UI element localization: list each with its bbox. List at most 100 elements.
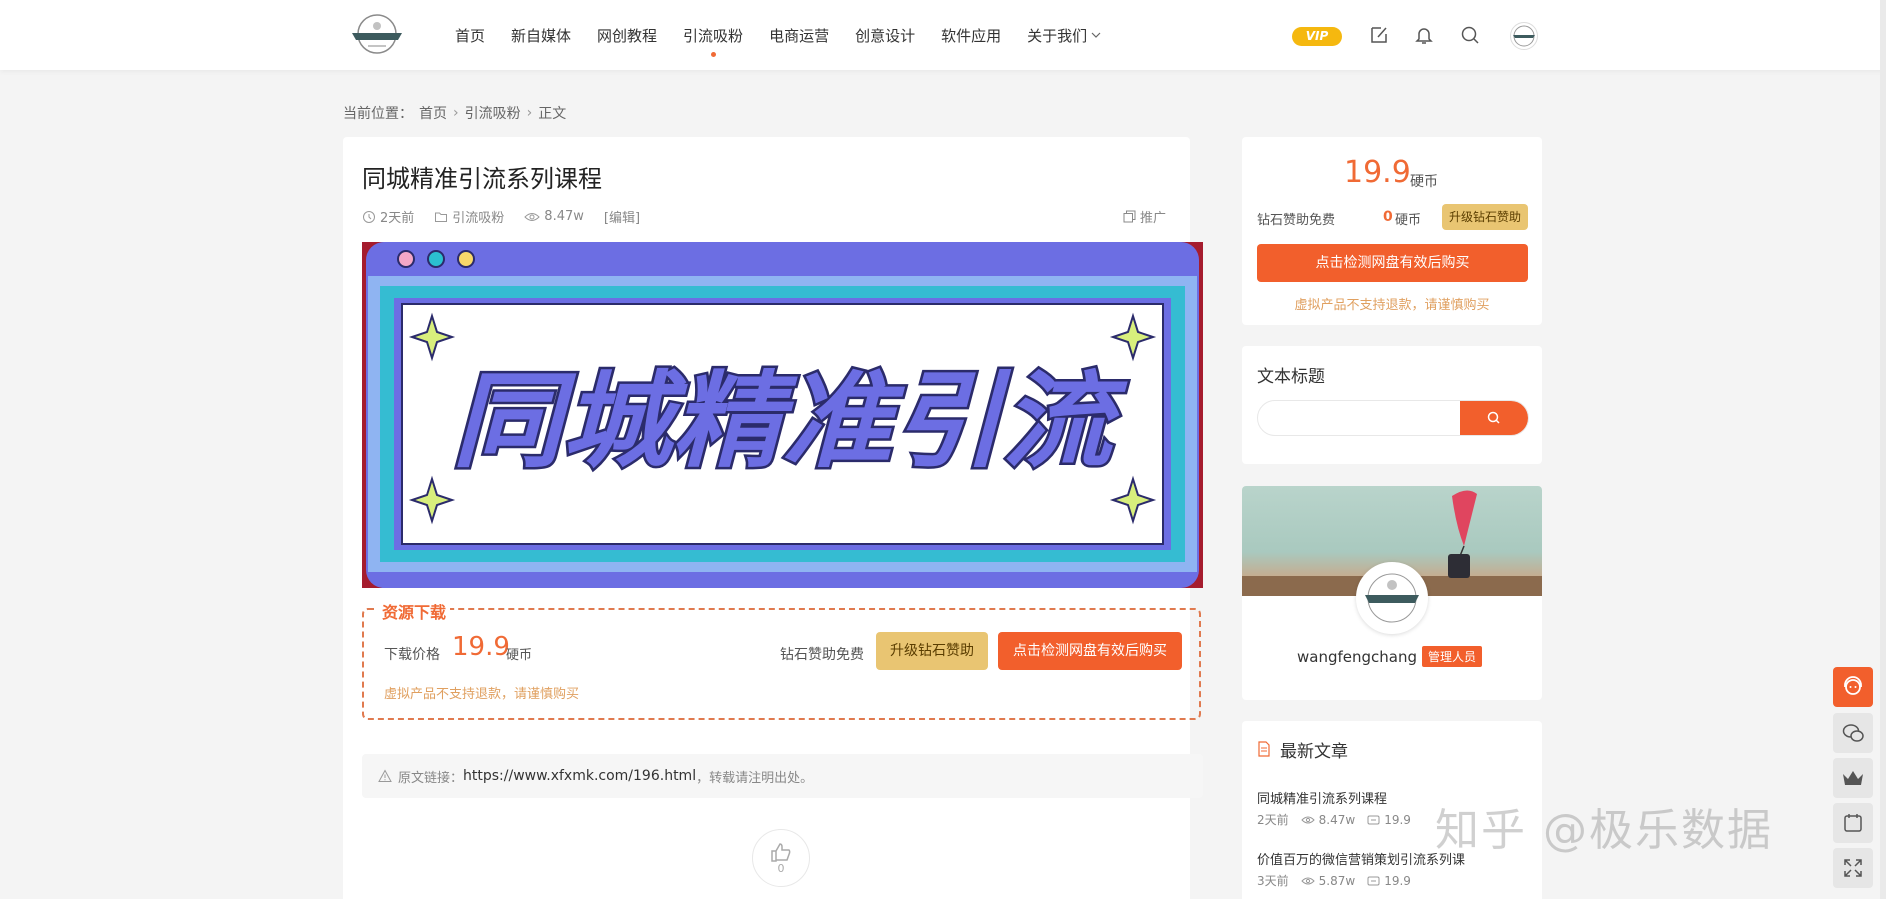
- article-title: 同城精准引流系列课程: [362, 165, 602, 193]
- latest-post-title[interactable]: 价值百万的微信营销策划引流系列课: [1257, 849, 1465, 868]
- eye-icon: [1300, 877, 1315, 884]
- breadcrumb-prefix: 当前位置：: [343, 106, 413, 122]
- wechat-icon: [1842, 724, 1864, 742]
- sidebar-zero: 0: [1383, 209, 1393, 225]
- scrollbar[interactable]: [1880, 0, 1886, 899]
- user-avatar[interactable]: [1510, 22, 1538, 50]
- search-submit-button[interactable]: [1460, 401, 1528, 435]
- calendar-button[interactable]: [1833, 803, 1873, 843]
- coin-icon: [1367, 876, 1380, 885]
- search-form: [1257, 400, 1529, 436]
- article-meta: 2天前 引流吸粉 8.47w [编辑]: [362, 207, 660, 226]
- copy-icon: [1123, 210, 1136, 223]
- post-views-text: 5.87w: [1318, 873, 1356, 888]
- nav-item-new-media[interactable]: 新自媒体: [511, 0, 571, 70]
- bell-icon[interactable]: [1413, 24, 1435, 46]
- vip-crown-button[interactable]: [1833, 758, 1873, 798]
- nav-item-software[interactable]: 软件应用: [941, 0, 1001, 70]
- nav-label: 软件应用: [941, 26, 1002, 45]
- origin-url[interactable]: https://www.xfxmk.com/196.html: [463, 768, 696, 784]
- sidebar-author-card: wangfengchang 管理人员: [1242, 486, 1542, 700]
- origin-suffix: ，转载请注明出处。: [696, 770, 814, 786]
- edit-link[interactable]: [编辑]: [604, 207, 640, 226]
- meta-views: 8.47w: [524, 209, 584, 224]
- download-box: 资源下载 下载价格 19.9 硬币 虚拟产品不支持退款，请谨慎购买 钻石赞助免费…: [362, 599, 1201, 720]
- customer-service-button[interactable]: [1833, 667, 1873, 707]
- chevron-right-icon: ›: [526, 105, 533, 121]
- latest-post-meta: 2天前 8.47w 19.9: [1257, 811, 1423, 828]
- post-price: 19.9: [1367, 874, 1411, 888]
- latest-post-meta: 3天前 5.87w 19.9: [1257, 872, 1423, 889]
- post-time: 2天前: [1257, 813, 1289, 827]
- download-price-label: 下载价格: [384, 647, 440, 663]
- download-price: 19.9: [452, 632, 510, 662]
- nav-item-design[interactable]: 创意设计: [855, 0, 915, 70]
- nav-item-ecommerce[interactable]: 电商运营: [769, 0, 829, 70]
- breadcrumb-home[interactable]: 首页: [419, 103, 447, 123]
- chevron-down-icon: [1091, 32, 1101, 38]
- nav-item-tutorials[interactable]: 网创教程: [597, 0, 657, 70]
- breadcrumb: 当前位置： 首页 › 引流吸粉 › 正文: [343, 103, 572, 123]
- sidebar-price-unit: 硬币: [1410, 174, 1438, 190]
- eye-icon: [1300, 816, 1315, 823]
- nav-item-traffic[interactable]: 引流吸粉: [683, 0, 743, 70]
- search-widget-title: 文本标题: [1257, 367, 1325, 387]
- coin-icon: [1367, 815, 1380, 824]
- post-time: 3天前: [1257, 874, 1289, 888]
- document-icon: [1258, 741, 1270, 757]
- meta-time-text: 2天前: [380, 211, 415, 226]
- edit-icon[interactable]: [1368, 24, 1390, 46]
- breadcrumb-category[interactable]: 引流吸粉: [465, 103, 521, 123]
- thumbs-up-icon: [771, 842, 791, 862]
- site-header: 首页 新自媒体 网创教程 引流吸粉 电商运营 创意设计 软件应用 关于我们 VI…: [0, 0, 1886, 70]
- active-indicator: [711, 52, 717, 57]
- article-card: 同城精准引流系列课程 2天前 引流吸粉 8.47w [编辑] 推广 同城精准引流…: [343, 137, 1203, 899]
- origin-link-bar: 原文链接： https://www.xfxmk.com/196.html ，转载…: [362, 754, 1203, 798]
- expand-icon: [1844, 859, 1862, 877]
- author-avatar[interactable]: [1356, 562, 1428, 634]
- nav-label: 关于我们: [1027, 26, 1088, 45]
- like-count: 0: [777, 861, 785, 875]
- support-icon: [1844, 676, 1862, 695]
- wechat-button[interactable]: [1833, 713, 1873, 753]
- search-input[interactable]: [1258, 401, 1460, 435]
- watermark: 知乎 @极乐数据: [1435, 805, 1773, 856]
- nav-label: 电商运营: [769, 26, 830, 45]
- nav-label: 首页: [455, 26, 486, 45]
- fullscreen-button[interactable]: [1833, 848, 1873, 888]
- promote-label: 推广: [1139, 211, 1166, 226]
- nav-label: 网创教程: [597, 26, 658, 45]
- crown-icon: [1843, 771, 1863, 785]
- sidebar-upgrade-button[interactable]: 升级钻石赞助: [1442, 204, 1528, 230]
- nav-label: 新自媒体: [511, 26, 572, 45]
- download-unit: 硬币: [506, 648, 533, 663]
- search-icon: [1487, 411, 1500, 424]
- buy-button[interactable]: 点击检测网盘有效后购买: [998, 632, 1182, 670]
- nav-item-home[interactable]: 首页: [455, 0, 485, 70]
- nav-item-about[interactable]: 关于我们: [1027, 0, 1101, 70]
- post-views-text: 8.47w: [1318, 812, 1356, 827]
- vip-badge[interactable]: VIP: [1292, 27, 1342, 46]
- main-nav: 首页 新自媒体 网创教程 引流吸粉 电商运营 创意设计 软件应用 关于我们: [455, 0, 1127, 70]
- warning-icon: [378, 769, 392, 782]
- post-price: 19.9: [1367, 813, 1411, 827]
- eye-icon: [524, 212, 541, 221]
- banner-title: 同城精准引流: [452, 360, 1128, 482]
- post-views: 5.87w: [1300, 873, 1356, 888]
- site-logo[interactable]: [348, 12, 406, 58]
- search-icon[interactable]: [1459, 24, 1481, 46]
- like-button[interactable]: 0: [752, 829, 810, 887]
- nav-label: 创意设计: [855, 26, 916, 45]
- sidebar-buy-card: 19.9 硬币 钻石赞助免费 0 硬币 升级钻石赞助 点击检测网盘有效后购买 虚…: [1242, 137, 1542, 325]
- nav-label: 引流吸粉: [683, 26, 744, 45]
- author-name[interactable]: wangfengchang: [1297, 648, 1417, 666]
- upgrade-diamond-button[interactable]: 升级钻石赞助: [876, 632, 988, 670]
- sidebar-buy-button[interactable]: 点击检测网盘有效后购买: [1257, 244, 1528, 282]
- diamond-free-label: 钻石赞助免费: [780, 647, 864, 663]
- edit-link-text: [编辑]: [603, 211, 641, 226]
- meta-category-text: 引流吸粉: [452, 211, 505, 226]
- article-banner-image: 同城精准引流: [362, 242, 1203, 588]
- latest-post-title[interactable]: 同城精准引流系列课程: [1257, 788, 1387, 807]
- meta-category[interactable]: 引流吸粉: [434, 207, 504, 226]
- promote-button[interactable]: 推广: [1123, 207, 1166, 226]
